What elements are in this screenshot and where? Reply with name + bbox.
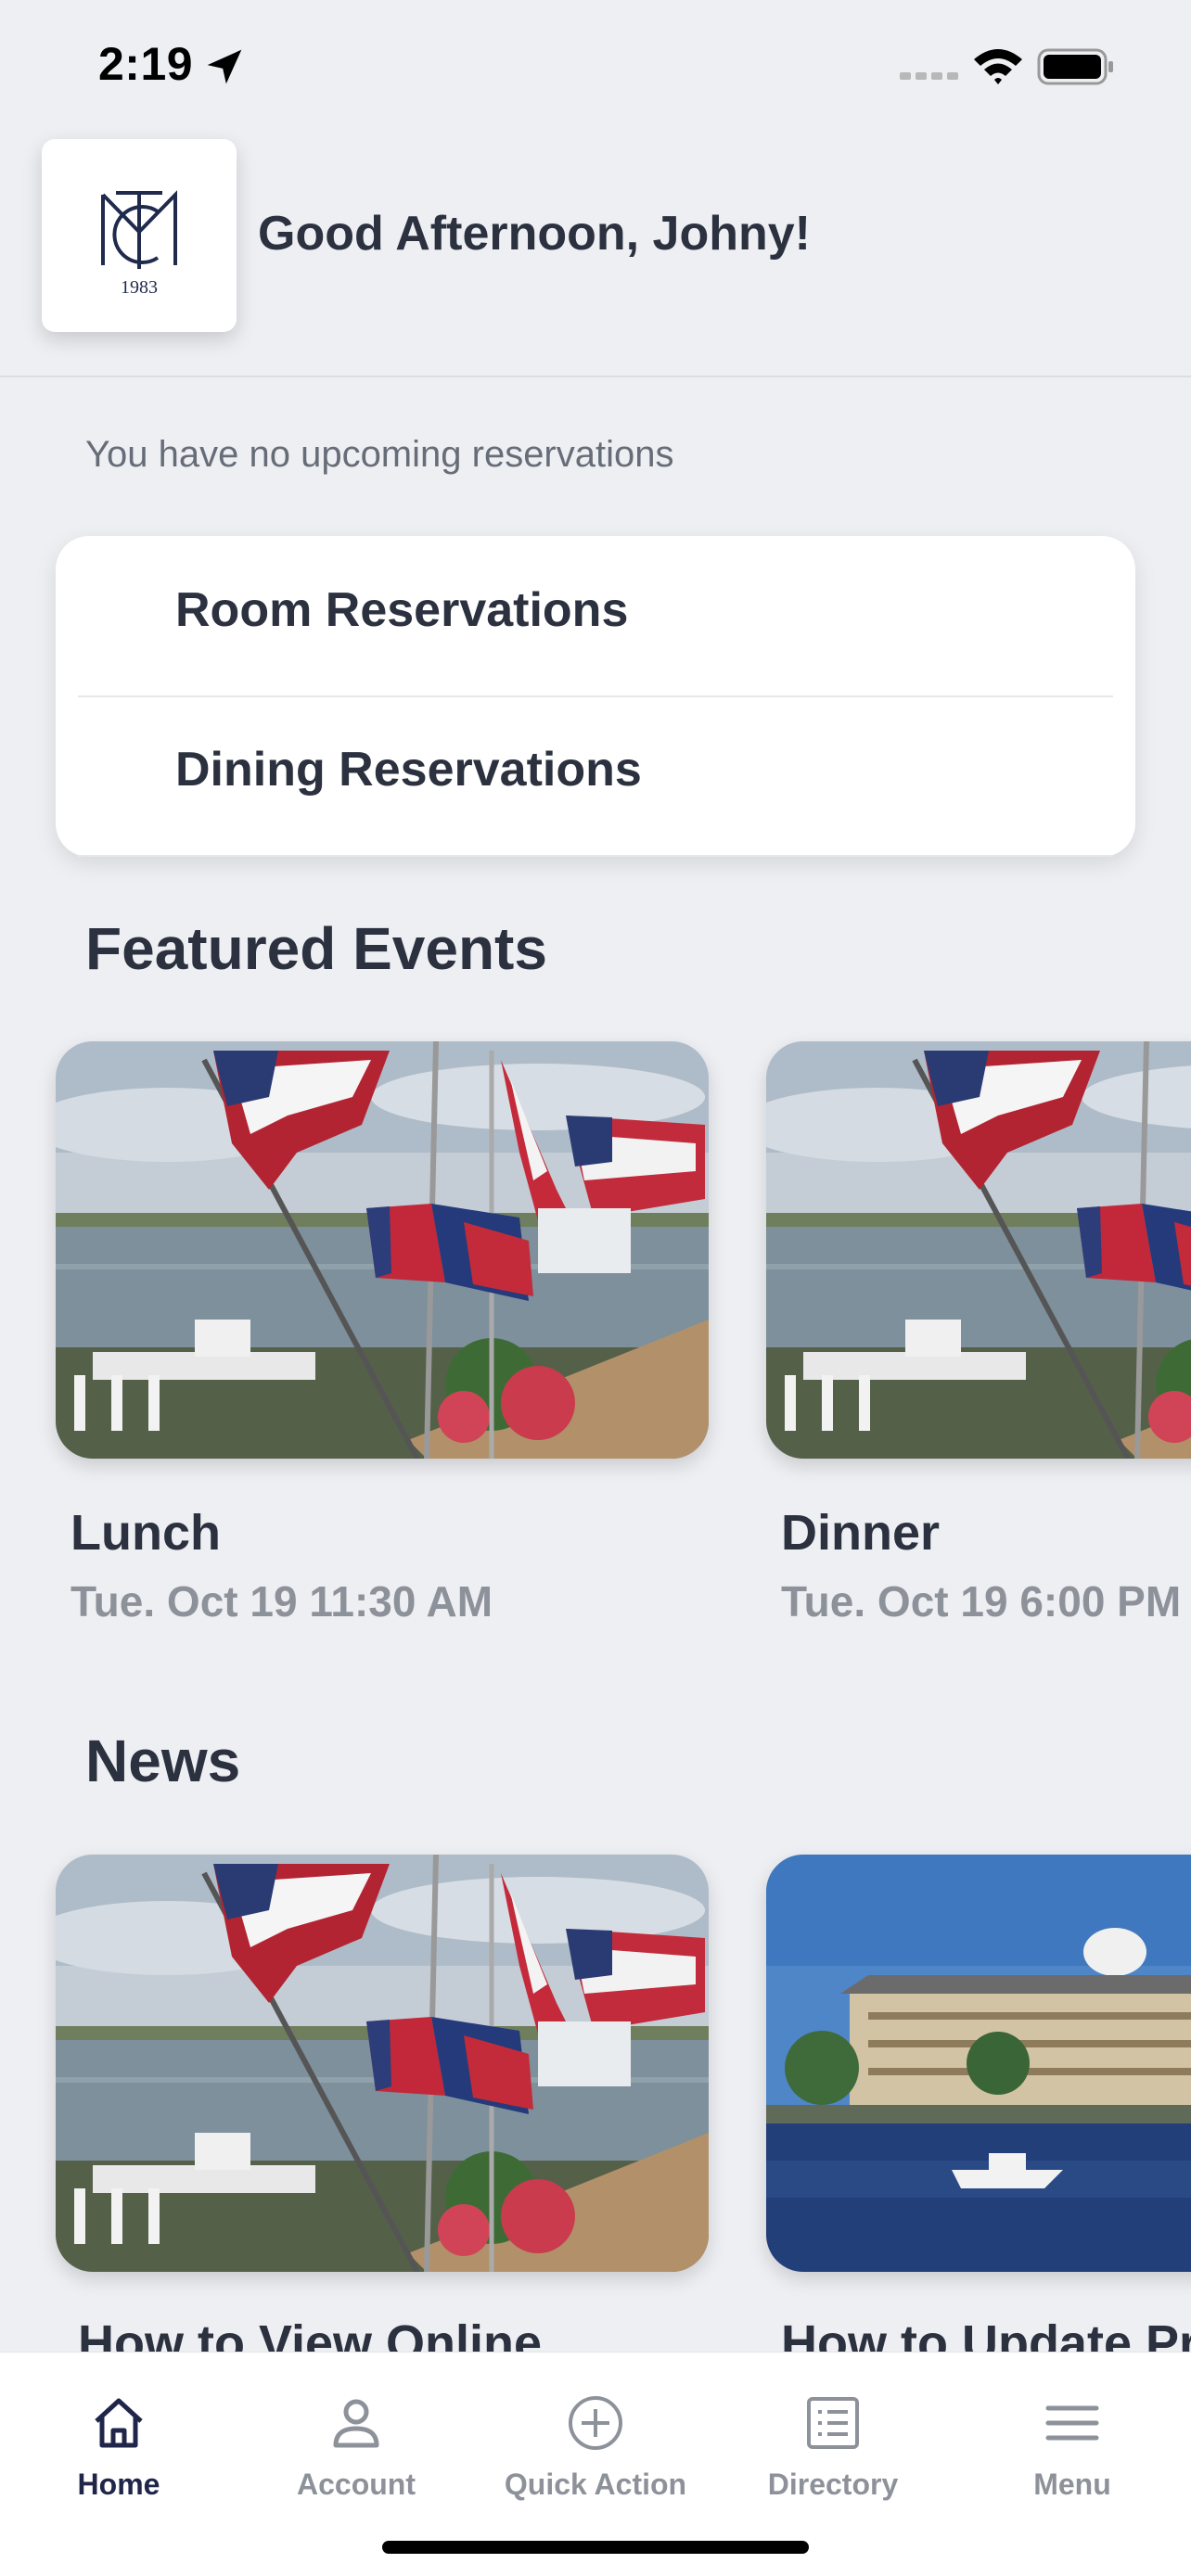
tab-home-label: Home <box>77 2468 160 2501</box>
featured-events-title: Featured Events <box>85 915 547 982</box>
tab-menu[interactable]: Menu <box>954 2353 1191 2538</box>
room-reservations-label: Room Reservations <box>175 583 629 637</box>
club-logo[interactable]: 1983 <box>42 139 237 332</box>
dining-reservations-label: Dining Reservations <box>175 743 642 797</box>
tab-directory-label: Directory <box>767 2468 899 2501</box>
tab-directory[interactable]: Directory <box>714 2353 952 2538</box>
home-icon <box>95 2398 143 2448</box>
hamburger-menu-icon <box>1045 2405 1099 2441</box>
tab-quick-action[interactable]: Quick Action <box>477 2353 714 2538</box>
directory-list-icon <box>807 2397 859 2449</box>
status-time: 2:19 <box>98 38 194 90</box>
dining-reservations-button[interactable]: Dining Reservations <box>78 695 1113 857</box>
reservations-card: Room Reservations Dining Reservations <box>56 536 1135 857</box>
greeting-text: Good Afternoon, Johny! <box>258 207 811 261</box>
status-bar: 2:19 <box>0 0 1191 130</box>
reservation-status: You have no upcoming reservations <box>85 434 674 475</box>
event-title[interactable]: Dinner <box>781 1504 940 1562</box>
event-title[interactable]: Lunch <box>70 1504 221 1562</box>
plus-circle-icon <box>569 2396 622 2450</box>
tab-home[interactable]: Home <box>0 2353 237 2538</box>
news-title: News <box>85 1728 241 1794</box>
home-indicator[interactable] <box>382 2541 809 2554</box>
tab-menu-label: Menu <box>1033 2468 1111 2501</box>
battery-icon <box>1037 48 1113 85</box>
tab-account-label: Account <box>297 2468 416 2501</box>
room-reservations-button[interactable]: Room Reservations <box>78 536 1113 697</box>
location-arrow-icon <box>207 49 242 84</box>
wifi-icon <box>974 49 1022 84</box>
club-monogram-logo: 1983 <box>101 190 177 298</box>
account-icon <box>333 2399 379 2448</box>
tab-quick-action-label: Quick Action <box>504 2468 687 2501</box>
event-card-image[interactable] <box>766 1041 1191 1459</box>
cellular-signal-icon <box>900 72 958 80</box>
tab-account[interactable]: Account <box>237 2353 475 2538</box>
news-card-image[interactable] <box>766 1855 1191 2272</box>
news-card-image[interactable] <box>56 1855 709 2272</box>
event-card-image[interactable] <box>56 1041 709 1459</box>
clubhouse-water-photo <box>766 1855 1191 2272</box>
event-datetime: Tue. Oct 19 6:00 PM <box>781 1577 1182 1626</box>
header-divider <box>0 376 1191 377</box>
flags-marina-photo <box>56 1041 709 1459</box>
home-screen: 2:19 1983 Good Afternoon, Johny! You hav… <box>0 0 1191 2576</box>
flags-marina-photo <box>56 1855 709 2272</box>
flags-marina-photo <box>766 1041 1191 1459</box>
logo-year: 1983 <box>121 277 158 298</box>
event-datetime: Tue. Oct 19 11:30 AM <box>70 1577 493 1626</box>
